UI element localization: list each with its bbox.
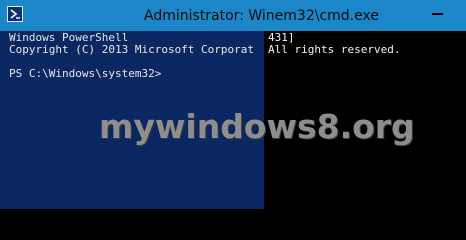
console-prompt[interactable]: PS C:\Windows\system32>	[9, 68, 161, 80]
window-title: Administrator: Winem32\cmd.exe	[144, 8, 379, 24]
title-bar[interactable]: Administrator: Winem32\cmd.exe	[0, 0, 466, 31]
powershell-icon	[7, 6, 23, 22]
watermark-text: mywindows8.org	[99, 107, 415, 146]
minimize-icon	[432, 13, 443, 15]
console-line-copyright: Copyright (C) 2013 Microsoft Corporat	[9, 43, 255, 56]
console-line-copyright-right: All rights reserved.	[268, 43, 401, 56]
minimize-button[interactable]	[414, 0, 458, 22]
